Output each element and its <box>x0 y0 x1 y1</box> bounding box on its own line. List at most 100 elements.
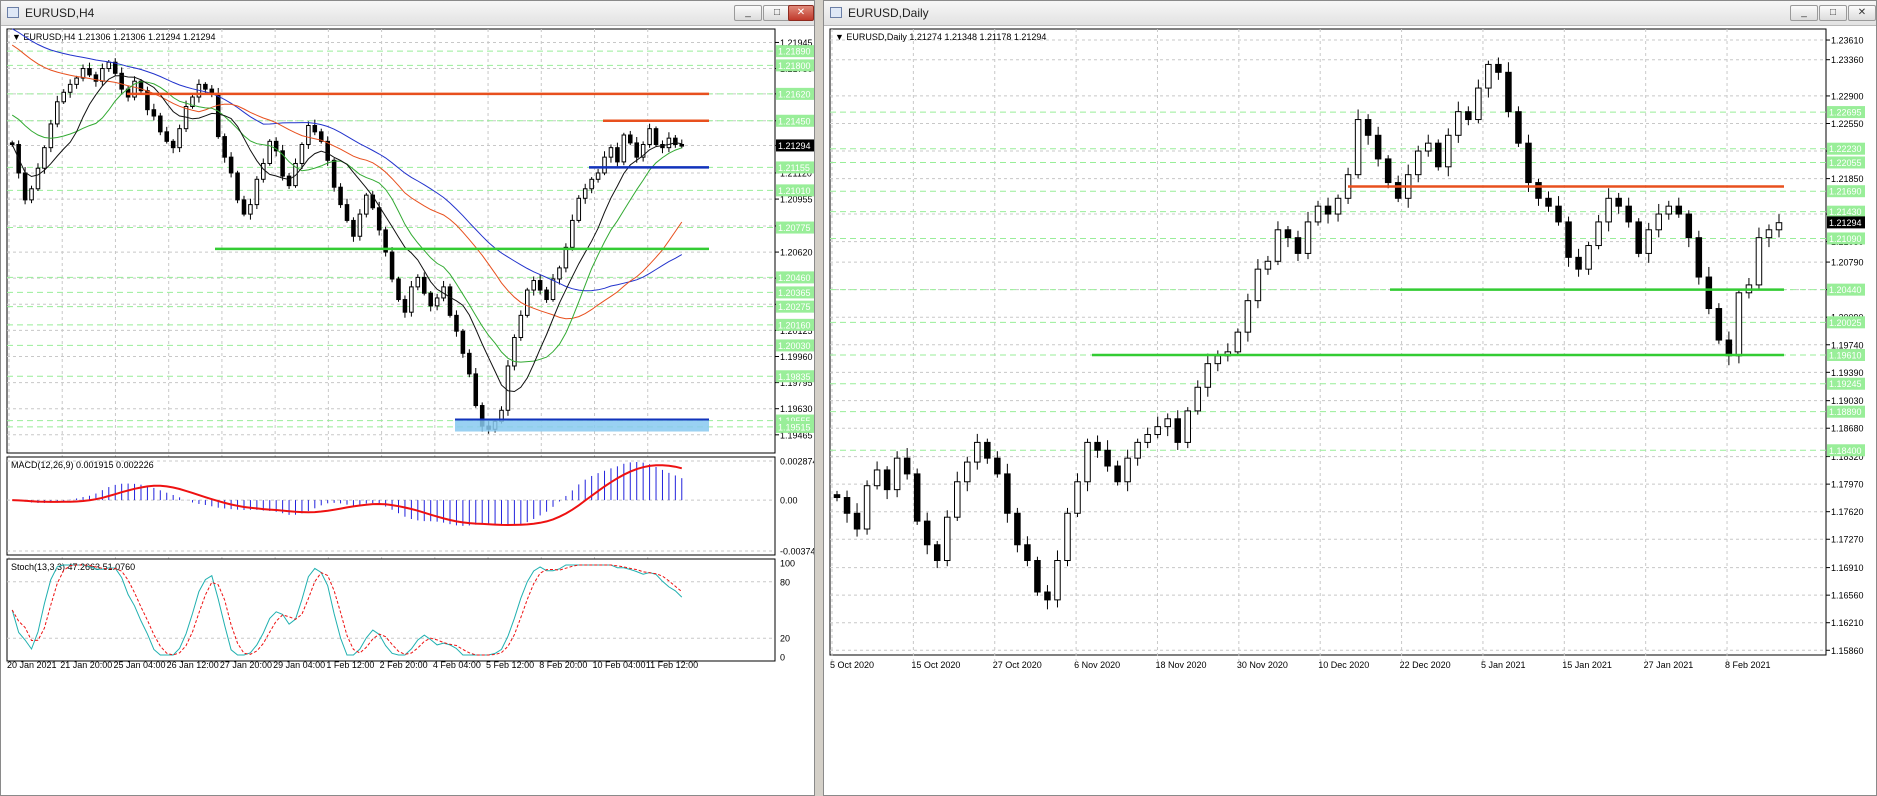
candle-body <box>1525 142 1532 184</box>
candle-body <box>312 125 318 133</box>
minimize-button[interactable]: _ <box>734 5 762 21</box>
level-price-tag-text: 1.20440 <box>1829 285 1862 295</box>
candle-body <box>954 481 961 518</box>
candle-body <box>1194 386 1202 412</box>
candle-body <box>666 137 672 149</box>
candle-body <box>1384 158 1392 184</box>
maximize-button[interactable]: □ <box>1819 5 1847 21</box>
candle-body <box>1705 276 1713 310</box>
candle-body <box>634 142 639 158</box>
candle-body <box>61 91 66 103</box>
candle-body <box>460 330 466 354</box>
y-tick-label: 1.19030 <box>1831 396 1864 406</box>
candle-body <box>994 457 1001 475</box>
x-tick-label: 15 Jan 2021 <box>1562 660 1612 670</box>
candle-body <box>351 219 356 237</box>
candle-body <box>602 156 607 174</box>
daily-chart-area[interactable]: 1.236101.233601.229001.225501.222001.218… <box>824 25 1876 795</box>
chart-window-icon <box>830 7 842 18</box>
close-button[interactable]: ✕ <box>1848 5 1876 21</box>
minimize-button[interactable]: _ <box>1790 5 1818 21</box>
candle-body <box>1695 237 1703 278</box>
candle-body <box>873 469 881 487</box>
candle-body <box>1725 339 1733 357</box>
level-price-tag-text: 1.19245 <box>1829 379 1862 389</box>
y-tick-label: 1.20790 <box>1831 258 1864 268</box>
candle-body <box>306 125 311 145</box>
candle-body <box>325 140 330 161</box>
h4-titlebar: EURUSD,H4 _ □ ✕ <box>1 1 814 26</box>
candle-body <box>1084 441 1091 483</box>
candle-body <box>1374 134 1382 160</box>
candle-body <box>235 172 240 201</box>
candle-body <box>518 314 524 339</box>
candle-body <box>615 147 620 163</box>
candle-body <box>1034 560 1041 593</box>
candle-body <box>48 123 54 149</box>
candle-body <box>473 373 479 407</box>
stoch-tick-label: 80 <box>780 577 790 587</box>
level-price-tag-text: 1.19835 <box>778 372 811 382</box>
x-tick-label: 27 Jan 2021 <box>1644 660 1694 670</box>
candle-body <box>1775 222 1783 231</box>
close-button[interactable]: ✕ <box>788 5 814 21</box>
candle-body <box>923 520 931 546</box>
candle-body <box>454 314 459 332</box>
candle-body <box>964 461 971 483</box>
candle-body <box>409 286 414 313</box>
level-price-tag-text: 1.18890 <box>1829 407 1862 417</box>
demand-zone-rectangle <box>455 419 709 432</box>
macd-panel-frame <box>6 456 776 556</box>
daily-chart-window: EURUSD,Daily _ □ ✕ 1.23610 1.23360 1.22900… <box>823 0 1877 796</box>
candle-body <box>170 140 176 149</box>
candle-body <box>1645 229 1652 254</box>
candle-body <box>1445 134 1452 168</box>
candle-body <box>1174 418 1181 443</box>
candle-body <box>35 167 41 190</box>
candle-body <box>1154 426 1161 436</box>
h4-window-title: EURUSD,H4 <box>25 6 95 20</box>
candle-body <box>248 204 253 215</box>
candle-body <box>557 267 562 280</box>
candle-body <box>203 83 208 90</box>
candle-body <box>1485 63 1492 89</box>
candle-body <box>421 276 427 294</box>
chart-header-text: ▼ EURUSD,Daily 1.21274 1.21348 1.21178 1… <box>835 32 1046 42</box>
h4-chart-area[interactable]: 1.219451.217801.216201.214501.212941.211… <box>1 25 814 795</box>
daily-titlebar: EURUSD,Daily _ □ ✕ <box>824 1 1876 26</box>
current-price-tag-text: 1.21294 <box>1829 218 1862 228</box>
y-tick-label: 1.19390 <box>1831 368 1864 378</box>
candle-body <box>1144 434 1151 443</box>
candle-body <box>151 109 157 117</box>
level-price-tag-text: 1.21690 <box>1829 187 1862 197</box>
level-price-tag-text: 1.21890 <box>778 47 811 57</box>
level-price-tag-text: 1.20030 <box>778 341 811 351</box>
candle-body <box>1234 331 1242 353</box>
x-tick-label: 10 Dec 2020 <box>1318 660 1369 670</box>
candle-body <box>1735 292 1743 357</box>
maximize-button[interactable]: □ <box>763 5 791 21</box>
candle-body <box>9 142 15 145</box>
candle-body <box>1535 182 1542 199</box>
candle-body <box>331 159 337 188</box>
candle-body <box>1184 410 1192 443</box>
candle-body <box>1114 465 1121 483</box>
level-price-tag-text: 1.22695 <box>1829 108 1862 118</box>
candle-body <box>106 61 112 70</box>
x-tick-label: 22 Dec 2020 <box>1400 660 1451 670</box>
candle-body <box>550 278 556 301</box>
candle-body <box>589 178 594 190</box>
candle-body <box>1294 237 1302 254</box>
candle-body <box>1364 119 1372 136</box>
x-tick-label: 5 Jan 2021 <box>1481 660 1526 670</box>
candle-body <box>67 83 73 93</box>
level-price-tag-text: 1.19610 <box>1829 350 1862 360</box>
current-price-tag-text: 1.21294 <box>778 141 811 151</box>
candle-body <box>428 292 433 307</box>
candle-body <box>254 178 260 206</box>
candle-body <box>1505 71 1512 113</box>
candle-body <box>1465 111 1472 121</box>
level-price-tag-text: 1.20460 <box>778 273 811 283</box>
candle-body <box>1284 229 1292 239</box>
x-tick-label: 15 Oct 2020 <box>911 660 960 670</box>
